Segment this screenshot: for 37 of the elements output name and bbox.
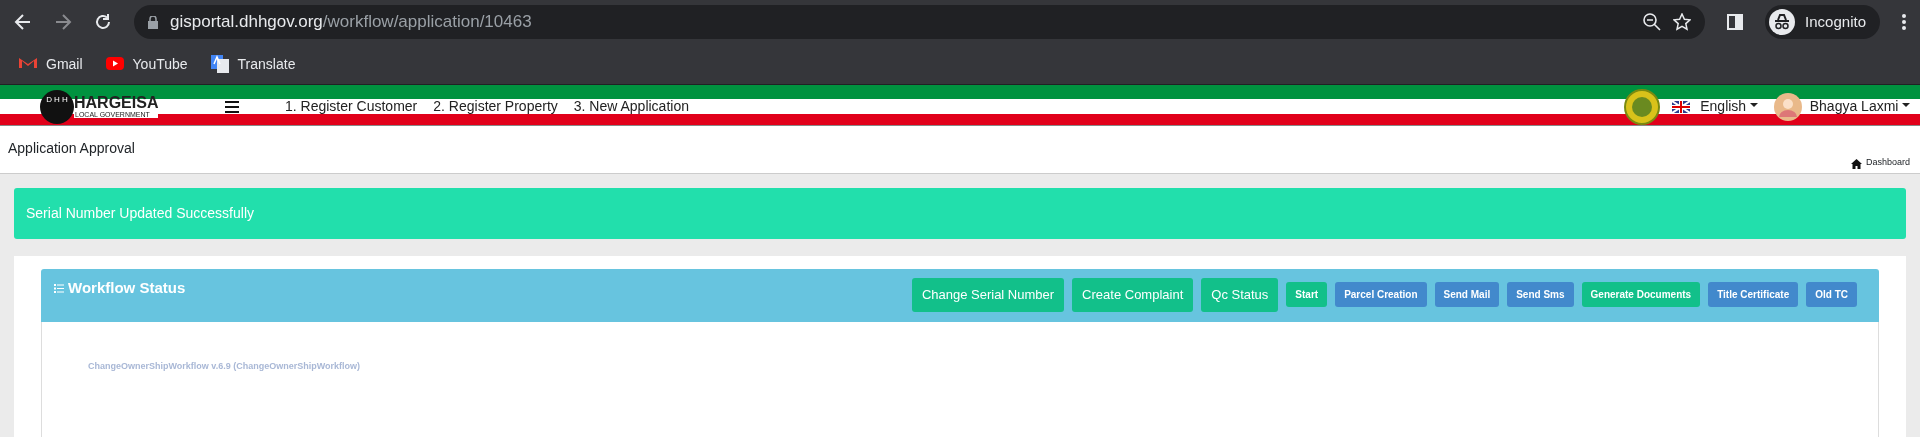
- bookmark-link[interactable]: Gmail: [18, 53, 83, 75]
- zoom-out-icon[interactable]: [1643, 13, 1662, 31]
- nav-link[interactable]: 2. Register Property: [433, 96, 558, 117]
- workflow-name: ChangeOwnerShipWorkflow v.6.9 (ChangeOwnerShipWorkflow): [88, 360, 361, 371]
- translate-icon: [209, 54, 230, 74]
- language-dropdown[interactable]: English: [1700, 96, 1758, 117]
- back-icon[interactable]: [14, 13, 32, 31]
- forward-icon[interactable]: [54, 13, 72, 31]
- avatar-icon: [1773, 92, 1802, 121]
- nav-link[interactable]: 3. New Application: [573, 96, 689, 117]
- lock-icon: [148, 15, 158, 29]
- user-dropdown[interactable]: Bhagya Laxmi: [1809, 96, 1910, 117]
- bookmark-link[interactable]: YouTube: [104, 53, 188, 75]
- action-button[interactable]: Parcel Creation: [1335, 282, 1427, 308]
- menu-icon[interactable]: [1902, 14, 1906, 30]
- action-button[interactable]: Send Mail: [1434, 282, 1500, 308]
- logo-emblem: D H H: [40, 89, 74, 124]
- reload-icon[interactable]: [94, 13, 112, 31]
- side-panel-icon[interactable]: [1727, 14, 1744, 30]
- success-alert: Serial Number Updated Successfully: [14, 188, 1906, 239]
- action-button[interactable]: Send Sms: [1507, 282, 1574, 308]
- panel-title: Workflow Status: [68, 278, 186, 298]
- profile-button[interactable]: Incognito: [1765, 5, 1880, 39]
- nav-link[interactable]: 1. Register Customer: [285, 96, 418, 117]
- bookmark-link[interactable]: Translate: [209, 53, 296, 75]
- home-icon: [1850, 159, 1862, 169]
- logo-title: HARGEISA: [74, 95, 159, 111]
- menu-icon[interactable]: [225, 100, 239, 113]
- action-button[interactable]: Title Certificate: [1708, 282, 1799, 308]
- page-title: Application Approval: [8, 139, 135, 158]
- action-button[interactable]: Old TC: [1806, 282, 1857, 308]
- flag-icon: [1672, 100, 1691, 113]
- star-icon[interactable]: [1673, 13, 1692, 31]
- breadcrumb-link[interactable]: Dashboard: [1865, 155, 1910, 169]
- list-icon: [54, 283, 64, 293]
- emblem-icon: [1624, 88, 1661, 125]
- incognito-icon: [1769, 9, 1796, 35]
